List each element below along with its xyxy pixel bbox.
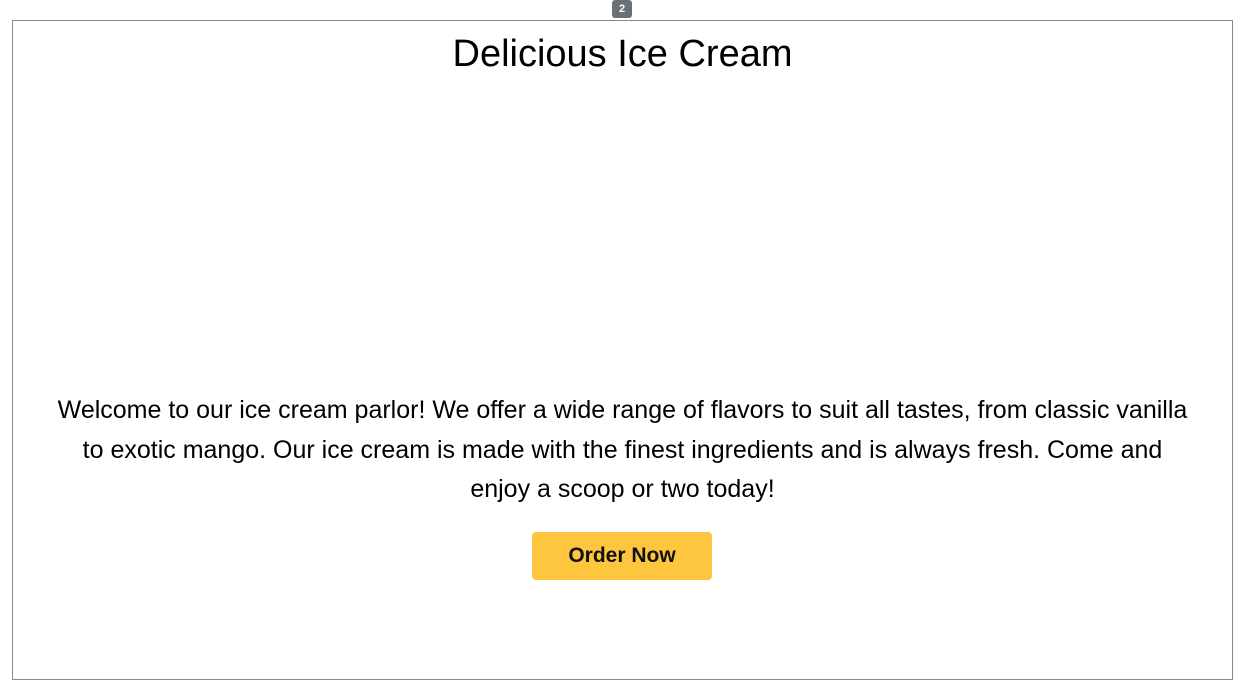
hero-image-placeholder: [473, 99, 773, 389]
order-now-button[interactable]: Order Now: [532, 532, 712, 580]
hero-description: Welcome to our ice cream parlor! We offe…: [57, 396, 1188, 503]
page-frame: Delicious Ice Cream Welcome to our ice c…: [12, 20, 1233, 680]
count-badge: 2: [612, 0, 632, 18]
page-title: Delicious Ice Cream: [452, 33, 793, 75]
